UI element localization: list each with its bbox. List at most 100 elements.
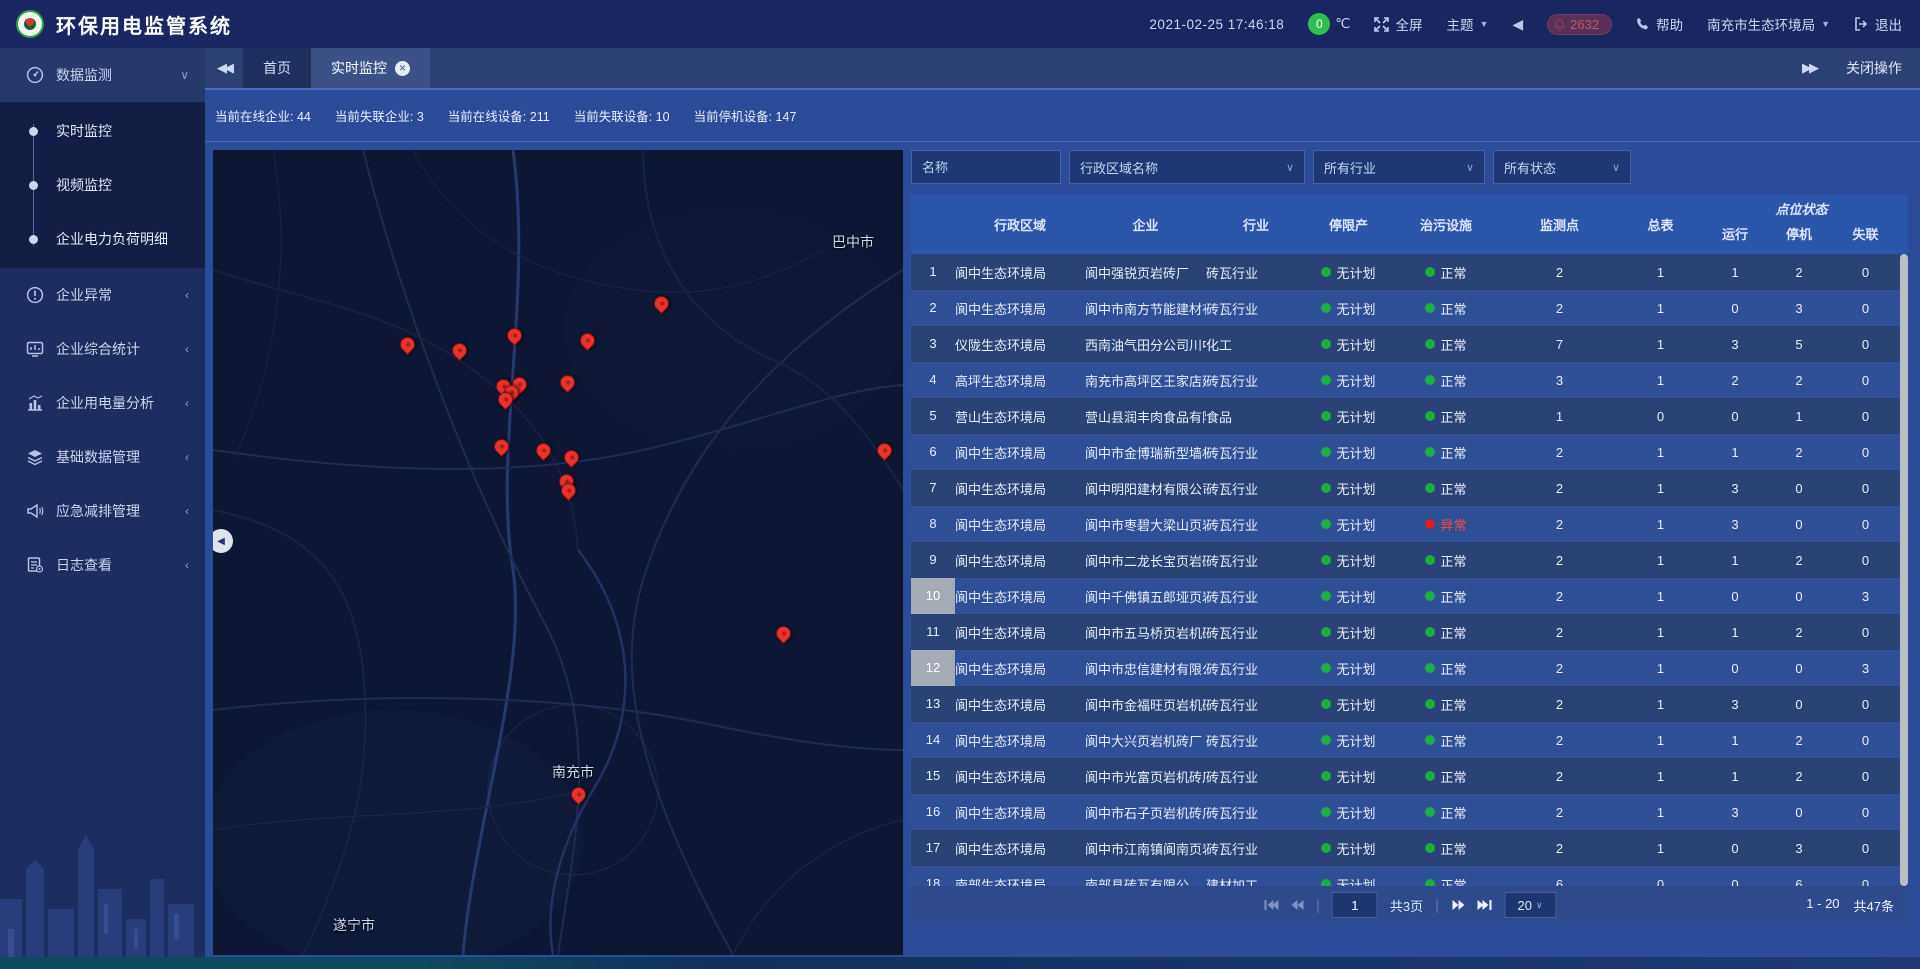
sidebar-submenu: 实时监控 视频监控 企业电力负荷明细: [0, 102, 205, 268]
table-row[interactable]: 18 南部生态环境局 南部县砖瓦有限公 建材加工 无计划: [911, 866, 1908, 886]
brand: 环保用电监管系统: [16, 10, 232, 39]
cell-industry: 砖瓦行业: [1206, 551, 1306, 570]
cell-lost-count: 0: [1831, 445, 1900, 460]
table-row[interactable]: 6 阆中生态环境局 阆中市金博瑞新型墙材 砖瓦行业 无计划: [911, 434, 1908, 470]
sidebar-item-logs[interactable]: 日志查看 ‹: [0, 538, 205, 592]
page-size-select[interactable]: 20 ∨: [1504, 892, 1556, 918]
sidebar-subitem-realtime[interactable]: 实时监控: [0, 104, 205, 158]
cell-region: 阆中生态环境局: [955, 551, 1085, 570]
cell-production-status: 无计划: [1306, 695, 1391, 714]
cell-monitor-count: 2: [1501, 625, 1618, 640]
status-dot-icon: [1321, 879, 1331, 886]
cell-industry: 砖瓦行业: [1206, 299, 1306, 318]
sidebar-item-data-monitoring[interactable]: 数据监测 ∨: [0, 48, 205, 102]
cell-region: 阆中生态环境局: [955, 479, 1085, 498]
row-index: 9: [911, 542, 955, 578]
table-row[interactable]: 4 高坪生态环境局 南充市高坪区王家店建 砖瓦行业 无计划: [911, 362, 1908, 398]
table-row[interactable]: 15 阆中生态环境局 阆中市光富页岩机砖厂 砖瓦行业 无计划: [911, 758, 1908, 794]
table-row[interactable]: 17 阆中生态环境局 阆中市江南镇阆南页岩 砖瓦行业 无计划: [911, 830, 1908, 866]
next-page-button[interactable]: [1451, 898, 1465, 912]
cell-company: 阆中市光富页岩机砖厂: [1085, 767, 1206, 786]
name-search-input[interactable]: [911, 150, 1061, 184]
sidebar-item-company-statistics[interactable]: 企业综合统计 ‹: [0, 322, 205, 376]
close-tab-icon[interactable]: ✕: [395, 61, 410, 76]
table-row[interactable]: 9 阆中生态环境局 阆中市二龙长宝页岩砖 砖瓦行业 无计划: [911, 542, 1908, 578]
sidebar-subitem-power-load[interactable]: 企业电力负荷明细: [0, 212, 205, 266]
region-select[interactable]: 行政区域名称 ∨: [1069, 150, 1305, 184]
industry-select[interactable]: 所有行业 ∨: [1313, 150, 1485, 184]
fullscreen-button[interactable]: 全屏: [1374, 14, 1422, 34]
cell-production-status: 无计划: [1306, 443, 1391, 462]
cell-stop-count: 0: [1767, 481, 1831, 496]
cell-monitor-count: 2: [1501, 553, 1618, 568]
sidebar-subitem-video[interactable]: 视频监控: [0, 158, 205, 212]
table-row[interactable]: 13 阆中生态环境局 阆中市金福旺页岩机砖 砖瓦行业 无计划: [911, 686, 1908, 722]
cell-region: 阆中生态环境局: [955, 731, 1085, 750]
cell-production-status: 无计划: [1306, 551, 1391, 570]
status-dot-icon: [1425, 663, 1435, 673]
app-root: 环保用电监管系统 2021-02-25 17:46:18 0 ℃ 全屏 主题▼ …: [0, 0, 1920, 969]
table-row[interactable]: 10 阆中生态环境局 阆中千佛镇五郎垭页岩 砖瓦行业 无计划: [911, 578, 1908, 614]
sidebar-item-emergency[interactable]: 应急减排管理 ‹: [0, 484, 205, 538]
phone-icon: [1636, 17, 1650, 31]
cell-treatment-status: 正常: [1391, 587, 1501, 606]
mute-speaker-icon[interactable]: ◀: [1512, 16, 1523, 33]
table-row[interactable]: 16 阆中生态环境局 阆中市石子页岩机砖厂 砖瓦行业 无计划: [911, 794, 1908, 830]
org-dropdown[interactable]: 南充市生态环境局▼: [1707, 14, 1830, 34]
tabs-scroll-right-button[interactable]: ▶▶: [1790, 60, 1828, 76]
cell-industry: 砖瓦行业: [1206, 371, 1306, 390]
megaphone-icon: [26, 502, 44, 520]
theme-dropdown[interactable]: 主题▼: [1446, 14, 1488, 34]
cell-industry: 砖瓦行业: [1206, 587, 1306, 606]
cell-region: 阆中生态环境局: [955, 299, 1085, 318]
notification-count: 2632: [1570, 17, 1599, 32]
prev-page-button[interactable]: [1290, 898, 1304, 912]
notification-badge[interactable]: 2632: [1547, 14, 1612, 35]
page-number-input[interactable]: [1332, 892, 1378, 918]
logout-button[interactable]: 退出: [1854, 14, 1902, 34]
cell-industry: 食品: [1206, 407, 1306, 426]
cell-run-count: 3: [1703, 481, 1767, 496]
table-row[interactable]: 11 阆中生态环境局 阆中市五马桥页岩机砖 砖瓦行业 无计划: [911, 614, 1908, 650]
bell-icon: [1554, 19, 1565, 31]
sidebar: 数据监测 ∨ 实时监控 视频监控 企业电力负荷明细 企业异常: [0, 48, 205, 969]
table-row[interactable]: 3 仪陇生态环境局 西南油气田分公司川中 化工 无计划: [911, 326, 1908, 362]
table-row[interactable]: 7 阆中生态环境局 阆中明阳建材有限公司 砖瓦行业 无计划: [911, 470, 1908, 506]
pager-divider: |: [1435, 897, 1439, 914]
status-select[interactable]: 所有状态 ∨: [1493, 150, 1631, 184]
fullscreen-icon: [1374, 17, 1389, 32]
status-dot-icon: [1321, 447, 1331, 457]
tab-home[interactable]: 首页: [243, 48, 311, 88]
table-row[interactable]: 14 阆中生态环境局 阆中大兴页岩机砖厂 砖瓦行业 无计划: [911, 722, 1908, 758]
table-row[interactable]: 1 阆中生态环境局 阆中强锐页岩砖厂 砖瓦行业 无计划: [911, 254, 1908, 290]
table-scrollbar[interactable]: [1900, 254, 1908, 886]
cell-meter-count: 1: [1618, 625, 1703, 640]
last-page-button[interactable]: [1477, 898, 1492, 912]
table-row[interactable]: 5 营山生态环境局 营山县润丰肉食品有限 食品 无计划: [911, 398, 1908, 434]
status-dot-icon: [1425, 843, 1435, 853]
table-row[interactable]: 12 阆中生态环境局 阆中市忠信建材有限公 砖瓦行业 无计划: [911, 650, 1908, 686]
close-operations-button[interactable]: 关闭操作: [1846, 58, 1902, 78]
status-dot-icon: [1425, 771, 1435, 781]
stat-item: 当前失联企业: 3: [335, 106, 424, 125]
map-panel[interactable]: 巴中市 南充市 遂宁市: [213, 150, 903, 955]
sidebar-item-base-data[interactable]: 基础数据管理 ‹: [0, 430, 205, 484]
table-row[interactable]: 8 阆中生态环境局 阆中市枣碧大梁山页岩 砖瓦行业 无计划: [911, 506, 1908, 542]
sidebar-item-power-analysis[interactable]: 企业用电量分析 ‹: [0, 376, 205, 430]
first-page-button[interactable]: [1263, 898, 1278, 912]
cell-monitor-count: 2: [1501, 661, 1618, 676]
cell-run-count: 1: [1703, 445, 1767, 460]
tabs-scroll-left-button[interactable]: ◀◀: [205, 48, 243, 88]
skyline-decoration: [0, 809, 205, 969]
table-row[interactable]: 2 阆中生态环境局 阆中市南方节能建材有 砖瓦行业 无计划: [911, 290, 1908, 326]
cell-monitor-count: 2: [1501, 301, 1618, 316]
sidebar-item-company-abnormal[interactable]: 企业异常 ‹: [0, 268, 205, 322]
status-dot-icon: [1321, 267, 1331, 277]
cell-meter-count: 0: [1618, 409, 1703, 424]
help-button[interactable]: 帮助: [1636, 14, 1683, 34]
cell-lost-count: 0: [1831, 409, 1900, 424]
gauge-icon: [26, 66, 44, 84]
tab-realtime-monitoring[interactable]: 实时监控 ✕: [311, 48, 430, 88]
cell-production-status: 无计划: [1306, 299, 1391, 318]
chevron-down-icon: ▼: [1479, 19, 1488, 29]
